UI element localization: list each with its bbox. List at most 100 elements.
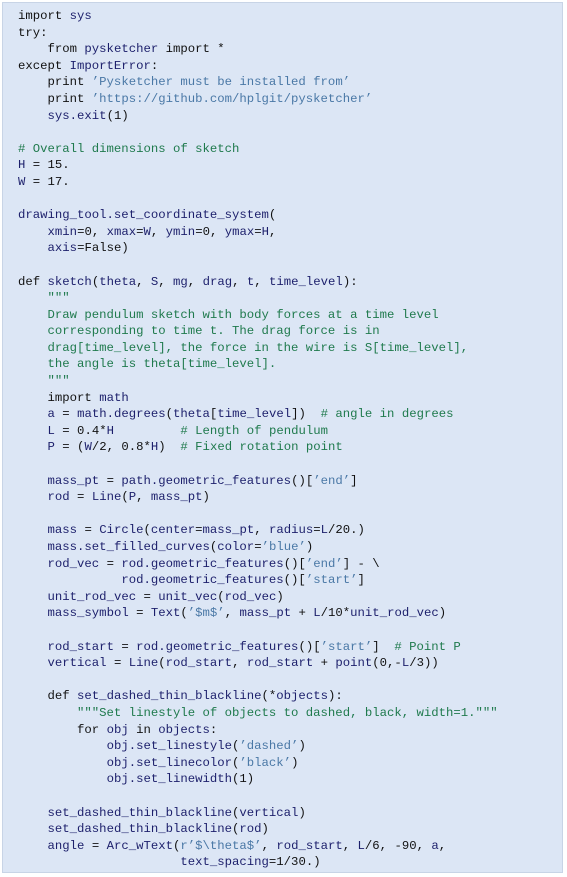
code-name: Circle bbox=[99, 523, 144, 538]
code-line: obj.set_linestyle(’dashed’) bbox=[18, 738, 562, 755]
code-name: obj.set_linestyle bbox=[106, 739, 233, 754]
code-name: H bbox=[106, 423, 114, 438]
code-name: P bbox=[47, 440, 55, 455]
code-name: time_level bbox=[217, 407, 292, 422]
code-text: = 0.4* bbox=[54, 423, 107, 438]
code-name: set_dashed_thin_blackline bbox=[47, 805, 233, 820]
code-name: L bbox=[357, 838, 365, 853]
code-line: a = math.degrees(theta[time_level]) # an… bbox=[18, 406, 562, 423]
code-comment: # Length of pendulum bbox=[180, 423, 328, 438]
code-line: print ’Pysketcher must be installed from… bbox=[18, 74, 562, 91]
code-text: for bbox=[18, 722, 107, 737]
code-name: mass.set_filled_curves bbox=[47, 540, 210, 554]
code-name: obj.set_linecolor bbox=[106, 755, 233, 770]
code-line: # Overall dimensions of sketch bbox=[18, 141, 562, 158]
code-comment: # Overall dimensions of sketch bbox=[18, 141, 240, 156]
code-text: ( bbox=[268, 208, 277, 223]
code-line: L = 0.4*H # Length of pendulum bbox=[18, 423, 562, 440]
code-line: mass_symbol = Text(’$m$’, mass_pt + L/10… bbox=[18, 605, 562, 622]
code-name: unit_rod_vec bbox=[350, 606, 439, 621]
code-text: ] bbox=[357, 573, 365, 588]
code-line: """Set linestyle of objects to dashed, b… bbox=[18, 705, 562, 722]
code-name: rod.geometric_features bbox=[121, 556, 284, 571]
code-line: """ bbox=[18, 373, 562, 390]
code-text: (1) bbox=[106, 108, 129, 123]
code-comment: drag[time_level], the force in the wire … bbox=[18, 340, 469, 355]
code-text: import bbox=[18, 390, 100, 405]
code-line: set_dashed_thin_blackline(vertical) bbox=[18, 805, 562, 822]
code-text: = ( bbox=[54, 440, 85, 455]
code-name: point bbox=[335, 656, 373, 671]
code-name: rod_start bbox=[246, 656, 314, 671]
code-line: import math bbox=[18, 390, 562, 407]
code-line: axis=False) bbox=[18, 240, 562, 257]
code-name: Line bbox=[91, 490, 122, 505]
code-line: """ bbox=[18, 290, 562, 307]
code-text: ( bbox=[217, 589, 225, 604]
code-text: ()[ bbox=[283, 573, 306, 588]
code-text: + bbox=[313, 656, 336, 671]
code-line: P = (W/2, 0.8*H) # Fixed rotation point bbox=[18, 439, 562, 456]
code-text: print bbox=[18, 75, 92, 90]
code-text: = bbox=[99, 473, 122, 488]
code-name: W bbox=[84, 440, 92, 455]
code-comment: Draw pendulum sketch with body forces at… bbox=[18, 307, 439, 322]
code-text: , bbox=[232, 656, 247, 671]
code-text: /2, 0.8* bbox=[91, 440, 151, 455]
code-string: ’end’ bbox=[305, 556, 343, 571]
code-text: /3)) bbox=[409, 656, 439, 671]
code-name: vertical bbox=[47, 656, 107, 671]
code-line: text_spacing=1/30.) bbox=[18, 854, 562, 871]
code-name: sys.exit bbox=[47, 108, 107, 123]
code-line: import sys bbox=[18, 8, 562, 25]
code-text: /10* bbox=[320, 606, 351, 621]
code-comment: corresponding to time t. The drag force … bbox=[18, 324, 380, 339]
code-text: (0,- bbox=[372, 656, 402, 671]
code-text: ( bbox=[165, 407, 174, 422]
code-comment: """ bbox=[18, 374, 70, 389]
code-name: Line bbox=[128, 656, 159, 671]
code-line: rod_vec = rod.geometric_features()[’end’… bbox=[18, 556, 562, 573]
code-line: set_dashed_thin_blackline(rod) bbox=[18, 821, 562, 838]
code-name: radius bbox=[268, 523, 314, 538]
code-line: unit_rod_vec = unit_vec(rod_vec) bbox=[18, 589, 562, 606]
code-line: def set_dashed_thin_blackline(*objects): bbox=[18, 688, 562, 705]
code-comment: # angle in degrees bbox=[320, 407, 454, 422]
code-text: ]) bbox=[291, 407, 321, 422]
code-name: Text bbox=[150, 606, 181, 621]
code-name: rod_start bbox=[165, 656, 233, 671]
code-name: mass_pt bbox=[47, 473, 100, 488]
code-text: = bbox=[254, 224, 262, 239]
code-text: =False) bbox=[77, 241, 129, 256]
code-text: import bbox=[18, 9, 70, 23]
code-line: except ImportError: bbox=[18, 58, 562, 75]
code-name: set_dashed_thin_blackline bbox=[77, 689, 262, 704]
code-line: for obj in objects: bbox=[18, 722, 562, 739]
code-name: mass_pt bbox=[150, 490, 203, 505]
code-name: rod.geometric_features bbox=[121, 573, 284, 588]
code-text: try: bbox=[18, 25, 48, 40]
code-text: =0, bbox=[195, 224, 225, 239]
code-name: sketch bbox=[47, 274, 92, 289]
code-text: ()[ bbox=[283, 556, 306, 571]
code-line: H = 15. bbox=[18, 157, 562, 174]
code-name: obj.set_linewidth bbox=[106, 772, 233, 787]
code-text: , bbox=[342, 838, 358, 853]
code-name: ymin bbox=[165, 224, 196, 239]
code-text: from bbox=[18, 42, 85, 57]
code-text: ] - \ bbox=[342, 556, 380, 571]
code-text: , bbox=[254, 523, 269, 538]
